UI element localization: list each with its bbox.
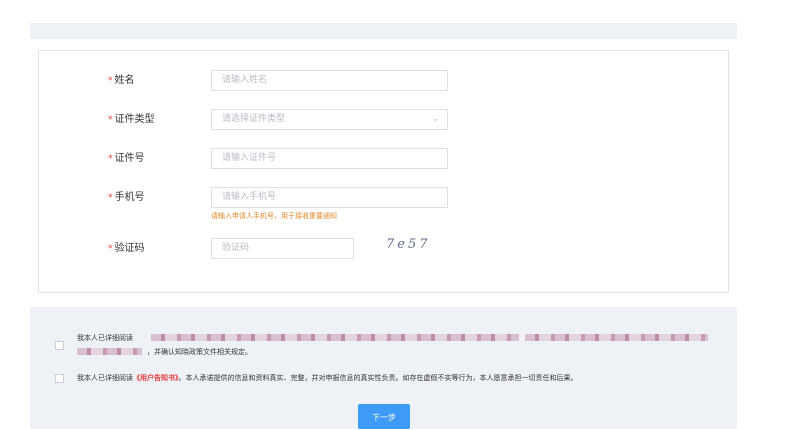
captcha-label: * 验证码 bbox=[108, 243, 145, 254]
captcha-input[interactable]: 验证码 bbox=[211, 238, 354, 259]
required-mark: * bbox=[108, 154, 113, 164]
required-mark: * bbox=[108, 193, 113, 203]
id-type-select[interactable]: 请选择证件类型 ⌄ bbox=[211, 109, 448, 130]
id-type-label: * 证件类型 bbox=[108, 114, 155, 125]
id-number-label: * 证件号 bbox=[108, 153, 145, 164]
agreement-checkbox-2[interactable] bbox=[55, 374, 64, 383]
top-banner-strip bbox=[30, 23, 737, 39]
chevron-down-icon: ⌄ bbox=[431, 114, 439, 124]
required-mark: * bbox=[108, 76, 113, 86]
agreement-checkbox-1[interactable] bbox=[55, 341, 64, 350]
name-input[interactable]: 请输入姓名 bbox=[211, 70, 448, 91]
redacted-policy-links-2 bbox=[525, 334, 708, 341]
user-notice-link[interactable]: 《用户告知书》 bbox=[133, 374, 179, 382]
next-step-button[interactable]: 下一步 bbox=[358, 404, 410, 429]
phone-hint: 请输入申请人手机号，用于接收重要通知 bbox=[211, 212, 337, 220]
phone-input[interactable]: 请输入手机号 bbox=[211, 187, 448, 208]
name-label: * 姓名 bbox=[108, 75, 135, 86]
phone-label: * 手机号 bbox=[108, 192, 145, 203]
id-number-input[interactable]: 请输入证件号 bbox=[211, 148, 448, 169]
redacted-policy-links-3 bbox=[77, 348, 142, 355]
required-mark: * bbox=[108, 115, 113, 125]
redacted-policy-links bbox=[151, 334, 519, 341]
captcha-image[interactable]: 7e57 bbox=[386, 236, 446, 254]
agreement-2-text: 我本人已详细阅读《用户告知书》。本人承诺提供的信息和资料真实、完整，并对申报信息… bbox=[77, 374, 578, 382]
agreement-1-suffix: ，并确认知晓政策文件相关规定。 bbox=[147, 348, 252, 356]
required-mark: * bbox=[108, 244, 113, 254]
agreement-1-prefix: 我本人已详细阅读 bbox=[77, 334, 133, 342]
